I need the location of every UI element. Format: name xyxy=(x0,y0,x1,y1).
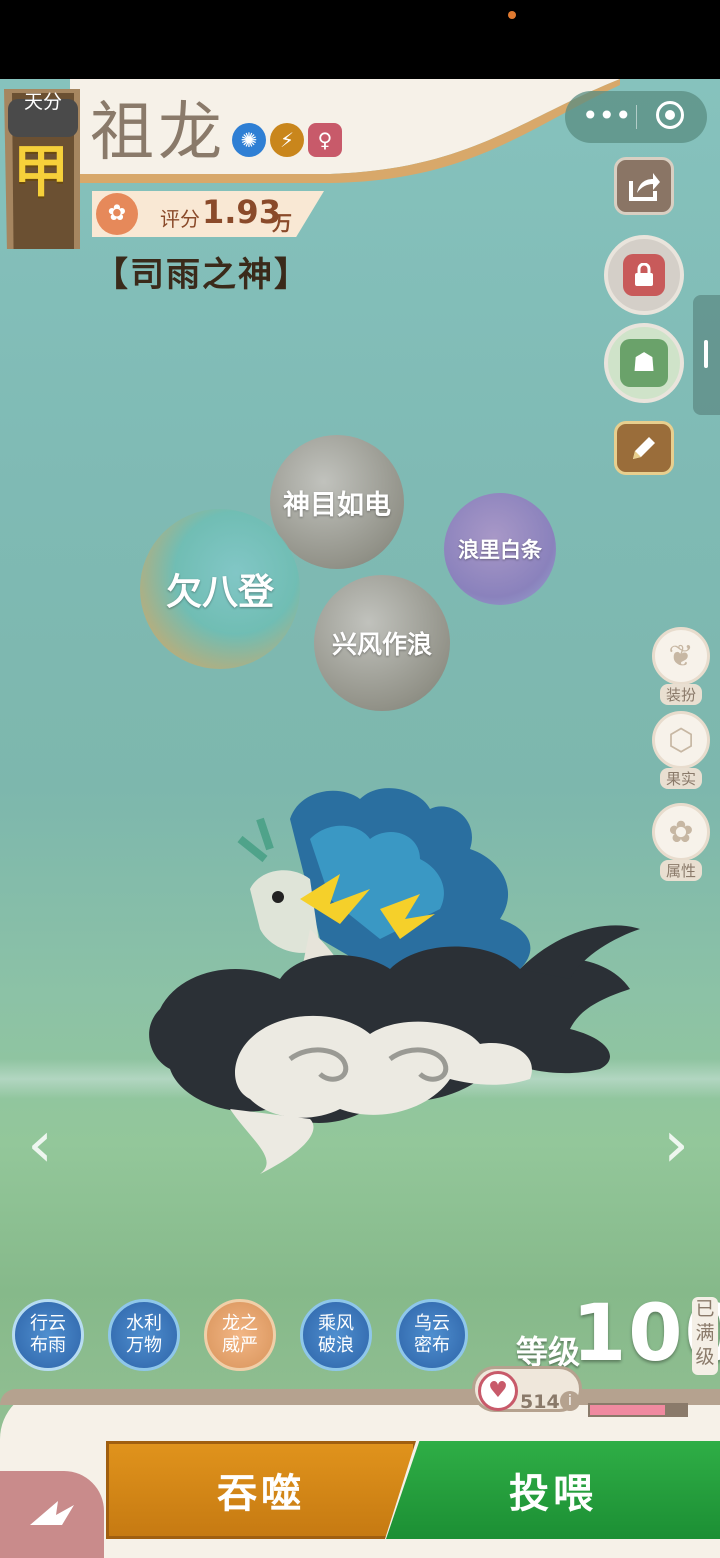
rank-grade: 甲 xyxy=(13,139,69,205)
pencil-icon xyxy=(633,437,655,459)
status-bar xyxy=(0,0,720,79)
skill-label: 行云 布雨 xyxy=(30,1313,66,1356)
skill-label: 乌云 密布 xyxy=(414,1313,450,1356)
fruit-label: 果实 xyxy=(659,768,702,789)
heart-icon: ♥ xyxy=(478,1371,518,1411)
share-icon xyxy=(629,173,660,201)
lock-icon xyxy=(623,254,665,296)
skill-label: 水利 万物 xyxy=(126,1313,162,1356)
more-icon[interactable]: ••• xyxy=(582,99,632,135)
skill-button[interactable]: 乌云 密布 xyxy=(396,1299,468,1371)
max-level-badge: 已满级 xyxy=(692,1297,718,1375)
skill-button[interactable]: 乘风 破浪 xyxy=(300,1299,372,1371)
trait-bubble[interactable]: 神目如电 xyxy=(270,435,404,569)
trait-bubble[interactable]: 浪里白条 xyxy=(444,493,556,605)
butterfly-icon: ❦ xyxy=(652,627,710,685)
devour-button[interactable]: 吞噬 xyxy=(106,1441,416,1539)
skill-label: 龙之 威严 xyxy=(222,1313,258,1356)
skill-button[interactable]: 水利 万物 xyxy=(108,1299,180,1371)
fruit-icon: ⬡ xyxy=(652,711,710,769)
edit-button[interactable] xyxy=(614,421,674,475)
info-icon[interactable]: i xyxy=(560,1391,580,1411)
drawer-handle[interactable] xyxy=(693,295,720,415)
prev-pet-arrow[interactable]: ‹ xyxy=(20,1105,60,1185)
element-lightning-icon: ⚡ xyxy=(270,123,304,157)
capsule-divider xyxy=(636,105,637,129)
skill-label: 乘风 破浪 xyxy=(318,1313,354,1356)
score-unit: 万 xyxy=(272,211,292,235)
skill-button[interactable]: 行云 布雨 xyxy=(12,1299,84,1371)
share-button[interactable] xyxy=(614,157,674,215)
feed-button[interactable]: 投喂 xyxy=(386,1441,720,1539)
dragon-pet-sprite[interactable] xyxy=(140,779,640,1179)
companion-button[interactable]: ☗ xyxy=(604,323,684,403)
game-scene: 天分 甲 祖龙 ✺ ⚡ ♀ ✿ 评分 1.93 万 【司雨之神】 ••• ☗ 神… xyxy=(0,79,720,1558)
attributes-label: 属性 xyxy=(659,860,702,881)
dress-up-button[interactable]: ❦ 装扮 xyxy=(652,627,710,705)
affection-bar-fill xyxy=(590,1405,665,1415)
corner-menu-button[interactable] xyxy=(0,1471,104,1558)
fruit-button[interactable]: ⬡ 果实 xyxy=(652,711,710,789)
slash-logo-icon xyxy=(30,1500,74,1525)
paw-icon: ✿ xyxy=(652,803,710,861)
trait-bubble[interactable]: 兴风作浪 xyxy=(314,575,450,711)
attributes-button[interactable]: ✿ 属性 xyxy=(652,803,710,881)
camera-indicator xyxy=(508,11,516,19)
gender-female-icon: ♀ xyxy=(308,123,342,157)
pet-title: 【司雨之神】 xyxy=(94,255,310,295)
score-value: 1.93 xyxy=(202,193,281,231)
pet-name: 祖龙 xyxy=(90,96,226,170)
score-label: 评分 xyxy=(160,207,200,231)
paw-icon: ✿ xyxy=(96,193,138,235)
close-miniprogram-icon[interactable] xyxy=(656,101,684,129)
dress-up-label: 装扮 xyxy=(659,684,702,705)
skill-button[interactable]: 龙之 威严 xyxy=(204,1299,276,1371)
affection-value: 514 xyxy=(520,1391,560,1413)
trait-bubble[interactable]: 欠八登 xyxy=(140,509,300,669)
cat-ghost-icon: ☗ xyxy=(620,339,668,387)
lock-button[interactable] xyxy=(604,235,684,315)
rank-label: 天分 xyxy=(23,91,62,113)
element-water-icon: ✺ xyxy=(232,123,266,157)
next-pet-arrow[interactable]: › xyxy=(656,1105,696,1185)
